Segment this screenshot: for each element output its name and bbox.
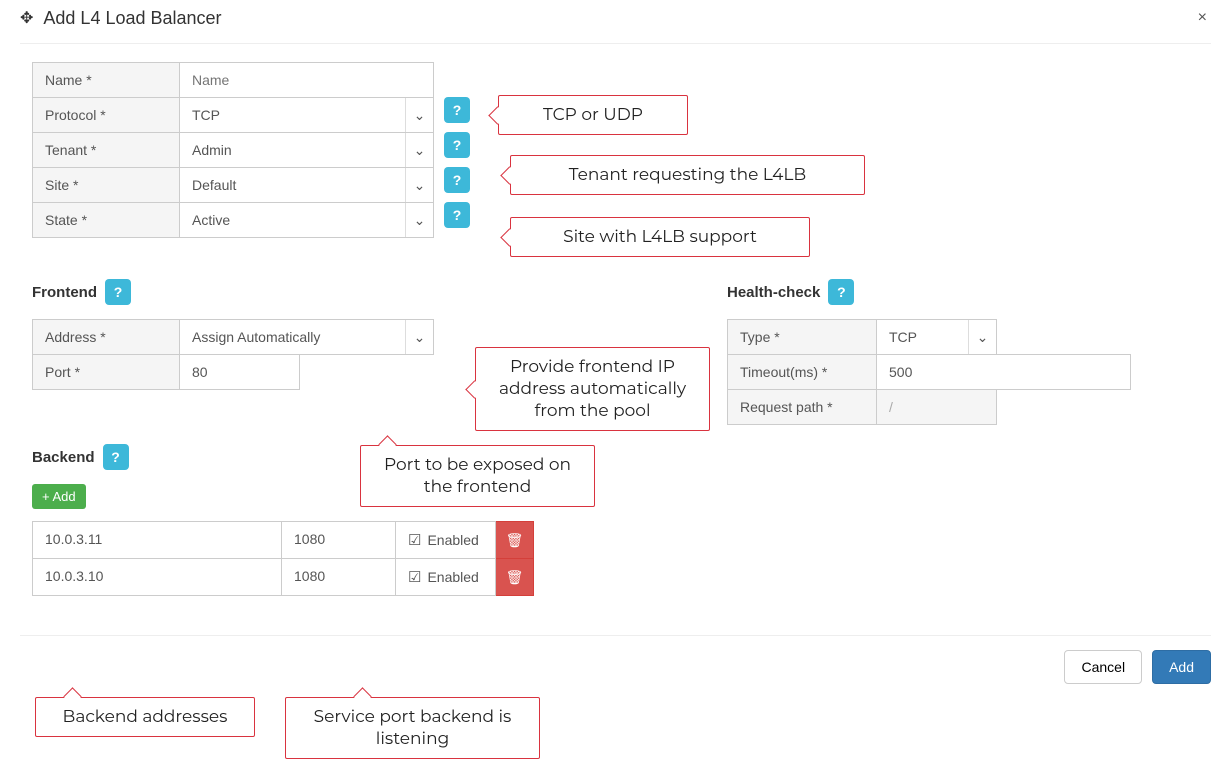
site-value: Default bbox=[180, 168, 405, 202]
label-hc-timeout: Timeout(ms) * bbox=[727, 354, 877, 390]
help-icon[interactable]: ? bbox=[103, 444, 129, 470]
label-hc-path: Request path * bbox=[727, 389, 877, 425]
tenant-select[interactable]: Admin ⌄ bbox=[180, 132, 434, 168]
annotation-site: Site with L4LB support bbox=[510, 217, 810, 257]
annotation-frontend-port: Port to be exposed on the frontend bbox=[360, 445, 595, 507]
annotation-backend-port: Service port backend is listening bbox=[285, 697, 540, 759]
help-icon[interactable]: ? bbox=[444, 202, 470, 228]
frontend-port-input[interactable] bbox=[180, 355, 299, 389]
hc-type-value: TCP bbox=[877, 320, 968, 354]
hc-type-select[interactable]: TCP ⌄ bbox=[877, 319, 997, 355]
backend-row: 10.0.3.10 1080 Enabled 🗑 bbox=[32, 558, 1211, 596]
modal-header: ✥ Add L4 Load Balancer × bbox=[20, 5, 1211, 44]
backend-header: Backend ? bbox=[32, 444, 1211, 470]
healthcheck-title: Health-check bbox=[727, 284, 820, 301]
add-backend-button[interactable]: + Add bbox=[32, 484, 86, 509]
chevron-down-icon: ⌄ bbox=[968, 320, 996, 354]
delete-backend-button[interactable]: 🗑 bbox=[496, 558, 534, 596]
page-title: Add L4 Load Balancer bbox=[43, 8, 221, 29]
trash-icon: 🗑 bbox=[506, 532, 524, 549]
close-icon[interactable]: × bbox=[1194, 5, 1211, 31]
chevron-down-icon: ⌄ bbox=[405, 133, 433, 167]
row-frontend-port: Port * bbox=[32, 354, 452, 390]
row-frontend-address: Address * Assign Automatically ⌄ bbox=[32, 319, 452, 355]
backend-enabled-toggle[interactable]: Enabled bbox=[396, 558, 496, 596]
label-site: Site * bbox=[32, 167, 180, 203]
label-frontend-port: Port * bbox=[32, 354, 180, 390]
check-icon bbox=[408, 531, 421, 549]
backend-title: Backend bbox=[32, 449, 95, 466]
modal-footer: Cancel Add bbox=[20, 635, 1211, 684]
help-icon[interactable]: ? bbox=[444, 167, 470, 193]
cancel-button[interactable]: Cancel bbox=[1064, 650, 1142, 684]
check-icon bbox=[408, 568, 421, 586]
hc-path-input bbox=[877, 390, 996, 424]
backend-enabled-toggle[interactable]: Enabled bbox=[396, 521, 496, 559]
row-hc-path: Request path * bbox=[727, 389, 1131, 425]
move-icon[interactable]: ✥ bbox=[20, 8, 33, 28]
trash-icon: 🗑 bbox=[506, 569, 524, 586]
hc-timeout-input[interactable] bbox=[877, 355, 1130, 389]
add-button[interactable]: Add bbox=[1152, 650, 1211, 684]
name-input[interactable] bbox=[180, 63, 433, 97]
label-protocol: Protocol * bbox=[32, 97, 180, 133]
backend-port[interactable]: 1080 bbox=[282, 521, 396, 559]
row-hc-timeout: Timeout(ms) * bbox=[727, 354, 1131, 390]
main-form: Name * Protocol * TCP ⌄ ? Tenant * Admin… bbox=[32, 62, 1211, 238]
state-value: Active bbox=[180, 203, 405, 237]
help-icon[interactable]: ? bbox=[105, 279, 131, 305]
label-name: Name * bbox=[32, 62, 180, 98]
healthcheck-header: Health-check ? bbox=[727, 279, 1131, 305]
chevron-down-icon: ⌄ bbox=[405, 203, 433, 237]
annotation-protocol: TCP or UDP bbox=[498, 95, 688, 135]
enabled-label: Enabled bbox=[427, 532, 478, 548]
frontend-header: Frontend ? bbox=[32, 279, 452, 305]
chevron-down-icon: ⌄ bbox=[405, 168, 433, 202]
backend-row: 10.0.3.11 1080 Enabled 🗑 bbox=[32, 521, 1211, 559]
backend-port[interactable]: 1080 bbox=[282, 558, 396, 596]
frontend-address-value: Assign Automatically bbox=[180, 320, 405, 354]
protocol-select[interactable]: TCP ⌄ bbox=[180, 97, 434, 133]
frontend-address-select[interactable]: Assign Automatically ⌄ bbox=[180, 319, 434, 355]
chevron-down-icon: ⌄ bbox=[405, 98, 433, 132]
backend-table: 10.0.3.11 1080 Enabled 🗑 10.0.3.10 1080 … bbox=[32, 521, 1211, 596]
tenant-value: Admin bbox=[180, 133, 405, 167]
label-state: State * bbox=[32, 202, 180, 238]
chevron-down-icon: ⌄ bbox=[405, 320, 433, 354]
label-frontend-address: Address * bbox=[32, 319, 180, 355]
help-icon[interactable]: ? bbox=[828, 279, 854, 305]
row-hc-type: Type * TCP ⌄ bbox=[727, 319, 1131, 355]
row-name: Name * bbox=[32, 62, 1211, 98]
enabled-label: Enabled bbox=[427, 569, 478, 585]
annotation-backend-addr: Backend addresses bbox=[35, 697, 255, 737]
protocol-value: TCP bbox=[180, 98, 405, 132]
delete-backend-button[interactable]: 🗑 bbox=[496, 521, 534, 559]
backend-addr[interactable]: 10.0.3.10 bbox=[32, 558, 282, 596]
frontend-title: Frontend bbox=[32, 284, 97, 301]
site-select[interactable]: Default ⌄ bbox=[180, 167, 434, 203]
annotation-frontend-ip: Provide frontend IP address automaticall… bbox=[475, 347, 710, 431]
help-icon[interactable]: ? bbox=[444, 97, 470, 123]
backend-addr[interactable]: 10.0.3.11 bbox=[32, 521, 282, 559]
label-hc-type: Type * bbox=[727, 319, 877, 355]
label-tenant: Tenant * bbox=[32, 132, 180, 168]
annotation-tenant: Tenant requesting the L4LB bbox=[510, 155, 865, 195]
help-icon[interactable]: ? bbox=[444, 132, 470, 158]
state-select[interactable]: Active ⌄ bbox=[180, 202, 434, 238]
